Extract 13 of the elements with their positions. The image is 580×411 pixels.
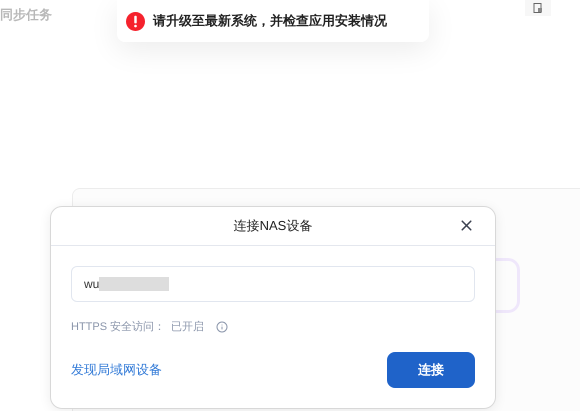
blurred-text-block [99, 277, 170, 291]
discover-link[interactable]: 发现局域网设备 [71, 360, 162, 380]
info-icon[interactable] [216, 321, 228, 334]
dialog-title: 连接NAS设备 [234, 217, 312, 236]
https-status: 已开启 [171, 320, 204, 335]
connect-button[interactable]: 连接 [387, 352, 475, 388]
toast-message: 请升级至最新系统，并检查应用安装情况 [153, 12, 387, 30]
https-label: HTTPS 安全访问： [71, 320, 166, 335]
address-field[interactable]: wu [71, 266, 475, 302]
toolbar-button[interactable] [525, 0, 551, 16]
page-title: 同步任务 [0, 6, 52, 24]
document-icon [533, 3, 543, 13]
alert-icon [126, 12, 145, 30]
